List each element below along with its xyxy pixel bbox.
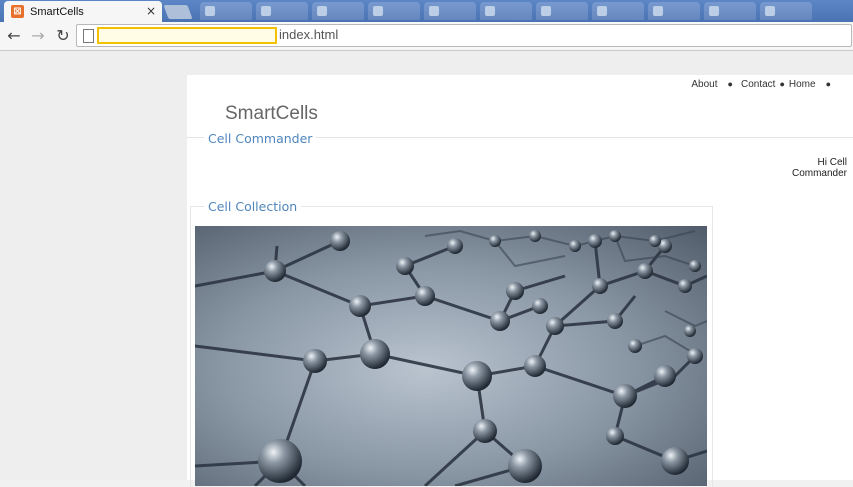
cell-collection-heading: Cell Collection <box>204 199 302 214</box>
tab-favicon-icon <box>653 6 663 16</box>
tab-favicon-icon <box>261 6 271 16</box>
background-tab[interactable] <box>648 2 700 20</box>
tab-favicon-icon <box>317 6 327 16</box>
tab-favicon-icon <box>597 6 607 16</box>
close-tab-icon[interactable]: × <box>146 4 156 18</box>
page-content: About ● Contact ● Home ● SmartCells Cell… <box>187 75 853 487</box>
back-arrow-icon[interactable]: ← <box>4 26 24 45</box>
lattice-illustration <box>195 226 707 486</box>
browser-toolbar: ← → ↻ index.html <box>0 22 853 51</box>
greeting-line-2: Commander <box>791 168 847 179</box>
reload-icon[interactable]: ↻ <box>53 26 73 45</box>
background-tab[interactable] <box>368 2 420 20</box>
background-tab[interactable] <box>480 2 532 20</box>
page-icon <box>83 29 94 43</box>
molecular-lattice-image <box>195 226 707 486</box>
forward-arrow-icon[interactable]: → <box>28 26 48 45</box>
nav-link-contact[interactable]: Contact <box>741 79 775 90</box>
tab-favicon-icon <box>429 6 439 16</box>
background-tab[interactable] <box>760 2 812 20</box>
tab-favicon-icon <box>485 6 495 16</box>
background-tab[interactable] <box>536 2 588 20</box>
nav-bullet: ● <box>825 79 831 89</box>
top-nav: About ● Contact ● Home ● <box>691 79 839 90</box>
greeting-line-1: Hi Cell <box>817 157 847 168</box>
address-bar[interactable]: index.html <box>76 24 852 47</box>
background-tab[interactable] <box>424 2 476 20</box>
nav-link-home[interactable]: Home <box>789 79 816 90</box>
background-tab[interactable] <box>256 2 308 20</box>
background-tab[interactable] <box>200 2 252 20</box>
nav-bullet: ● <box>779 79 785 89</box>
background-tab[interactable] <box>704 2 756 20</box>
tab-favicon-icon <box>765 6 775 16</box>
tab-title: SmartCells <box>30 5 84 18</box>
url-text[interactable]: index.html <box>279 27 338 42</box>
background-tab[interactable] <box>312 2 364 20</box>
tab-smartcells[interactable]: ⊠ SmartCells × <box>4 1 162 22</box>
tab-favicon-icon <box>709 6 719 16</box>
tab-favicon-icon <box>541 6 551 16</box>
site-favicon-icon: ⊠ <box>11 5 24 18</box>
nav-link-about[interactable]: About <box>691 79 717 90</box>
nav-bullet: ● <box>727 79 733 89</box>
new-tab-button[interactable] <box>163 5 193 19</box>
cell-commander-heading: Cell Commander <box>204 131 317 146</box>
greeting-text: Hi Cell Commander <box>777 157 847 179</box>
tab-favicon-icon <box>205 6 215 16</box>
site-title: SmartCells <box>225 103 318 124</box>
url-redaction <box>97 27 277 44</box>
tab-strip: ⊠ SmartCells × <box>0 0 853 22</box>
background-tab[interactable] <box>592 2 644 20</box>
tab-favicon-icon <box>373 6 383 16</box>
